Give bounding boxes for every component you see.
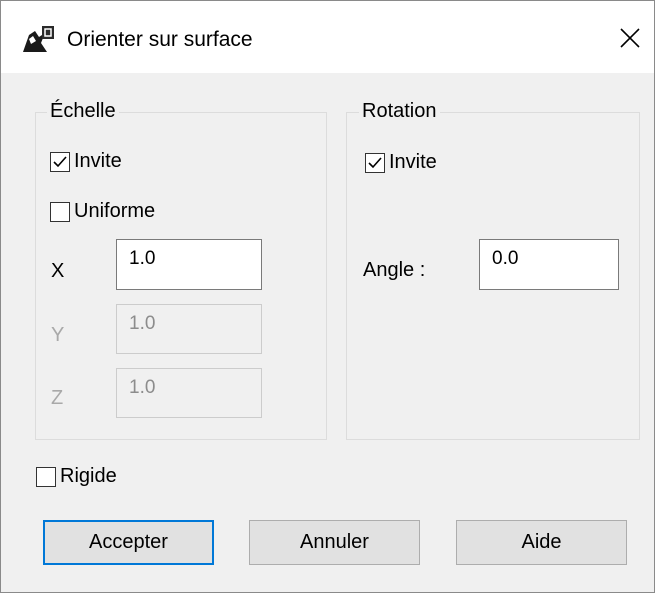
y-label: Y <box>51 324 65 346</box>
angle-label: Angle : <box>363 259 426 281</box>
checkmark-icon <box>53 155 67 167</box>
close-button[interactable] <box>613 21 647 55</box>
z-scale-input[interactable]: 1.0 <box>116 368 262 418</box>
rigid-checkbox[interactable]: Rigide <box>36 465 117 488</box>
uniform-checkbox[interactable]: Uniforme <box>50 200 155 223</box>
dialog-title: Orienter sur surface <box>67 28 253 51</box>
x-label: X <box>51 260 65 282</box>
title-bar: Orienter sur surface <box>1 1 654 73</box>
uniform-label: Uniforme <box>74 200 156 222</box>
scale-prompt-checkbox[interactable]: Invite <box>50 150 122 173</box>
checkbox-box[interactable] <box>365 152 385 173</box>
scale-prompt-label: Invite <box>74 150 122 172</box>
rotation-prompt-checkbox[interactable]: Invite <box>365 151 437 174</box>
checkbox-box[interactable] <box>50 201 70 222</box>
checkbox-box[interactable] <box>36 466 56 487</box>
y-scale-input[interactable]: 1.0 <box>116 304 262 354</box>
orient-on-surface-dialog: Orienter sur surface Échelle Invite Unif… <box>0 0 655 593</box>
checkbox-box[interactable] <box>50 151 70 172</box>
z-label: Z <box>51 387 64 409</box>
rotation-group-label: Rotation <box>359 100 440 123</box>
cancel-button[interactable]: Annuler <box>249 520 420 565</box>
rigid-label: Rigide <box>60 465 117 487</box>
close-icon <box>620 28 640 48</box>
help-button[interactable]: Aide <box>456 520 627 565</box>
scale-group-label: Échelle <box>47 100 119 123</box>
checkmark-icon <box>368 156 382 168</box>
x-scale-input[interactable]: 1.0 <box>116 239 262 290</box>
angle-input[interactable]: 0.0 <box>479 239 619 290</box>
rhino-app-icon <box>21 25 55 55</box>
accept-button[interactable]: Accepter <box>43 520 214 565</box>
rotation-prompt-label: Invite <box>389 151 437 173</box>
